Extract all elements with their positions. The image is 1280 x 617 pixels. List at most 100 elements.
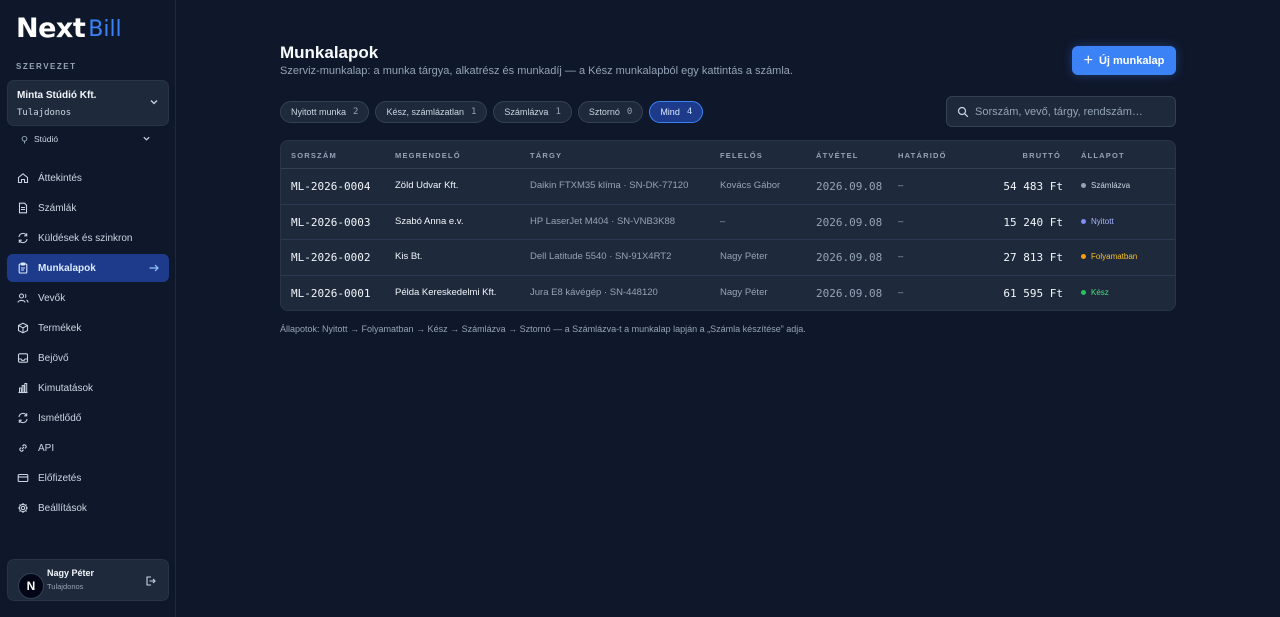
filter-count: 1 — [555, 107, 561, 117]
table-row[interactable]: ML-2026-0003 Szabó Anna e.v. HP LaserJet… — [281, 205, 1175, 240]
status-dot — [1081, 289, 1086, 295]
column-header-felelos[interactable]: FELELŐS — [720, 151, 763, 160]
sidebar-item-kimutatasok[interactable]: Kimutatások — [7, 374, 169, 402]
worksheet-subject: Jura E8 kávégép · SN-448120 — [530, 286, 658, 298]
sidebar-item-api[interactable]: API — [7, 434, 169, 462]
user-card[interactable]: N Nagy Péter Tulajdonos — [7, 559, 169, 601]
sidebar-item-label: Áttekintés — [38, 172, 82, 184]
profile-label: Stúdió — [34, 134, 59, 144]
sidebar-item-ismetlodo[interactable]: Ismétlődő — [7, 404, 169, 432]
column-header-targy[interactable]: TÁRGY — [530, 151, 562, 160]
responsible-person: Nagy Péter — [720, 251, 768, 262]
box-icon — [17, 322, 29, 334]
responsible-person: Nagy Péter — [720, 286, 768, 298]
sidebar-item-beallitasok[interactable]: Beállítások — [7, 494, 169, 522]
filter-label: Mind — [660, 107, 680, 117]
org-section-label: SZERVEZET — [16, 62, 77, 71]
nextbill-logo[interactable]: Next Bill — [16, 15, 122, 43]
status-badge: Számlázva — [1081, 181, 1130, 190]
org-switcher[interactable]: Minta Stúdió Kft. Tulajdonos — [7, 80, 169, 126]
status-flow-note: Állapotok: Nyitott → Folyamatban → Kész … — [280, 324, 806, 334]
sidebar-item-label: Kimutatások — [38, 382, 94, 394]
worksheet-subject: Dell Latitude 5540 · SN-91X4RT2 — [530, 251, 672, 262]
gross-amount: 61 595 Ft — [1003, 286, 1063, 300]
received-date: 2026.09.08 — [816, 215, 883, 229]
sidebar-item-label: API — [38, 442, 55, 454]
sidebar-item-szamlak[interactable]: Számlák — [7, 194, 169, 222]
sidebar-item-termekek[interactable]: Termékek — [7, 314, 169, 342]
logout-icon[interactable] — [144, 575, 156, 587]
status-label: Számlázva — [1091, 181, 1131, 190]
sidebar: Next Bill SZERVEZET Minta Stúdió Kft. Tu… — [0, 0, 176, 617]
sidebar-item-attekintes[interactable]: Áttekintés — [7, 164, 169, 192]
sidebar-item-label: Munkalapok — [38, 262, 96, 274]
new-worksheet-label: Új munkalap — [1098, 54, 1165, 67]
document-icon — [18, 202, 28, 214]
user-role: Tulajdonos — [47, 582, 84, 591]
sidebar-item-vevok[interactable]: Vevők — [7, 284, 169, 312]
table-row[interactable]: ML-2026-0004 Zöld Udvar Kft. Daikin FTXM… — [281, 169, 1175, 205]
link-icon — [19, 444, 27, 452]
column-header-allapot[interactable]: ÁLLAPOT — [1081, 151, 1125, 160]
worksheet-id: ML-2026-0002 — [291, 251, 371, 264]
status-badge: Nyitott — [1081, 217, 1114, 226]
gross-amount: 15 240 Ft — [1003, 215, 1063, 229]
table-header: SORSZÁM MEGRENDELŐ TÁRGY FELELŐS ÁTVÉTEL… — [281, 141, 1175, 169]
filter-chip-ready-uninvoiced[interactable]: Kész, számlázatlan 1 — [375, 101, 488, 123]
filter-chip-invoiced[interactable]: Számlázva 1 — [493, 101, 572, 123]
gear-icon — [18, 503, 28, 513]
status-dot — [1081, 183, 1086, 188]
search-input[interactable] — [975, 103, 1170, 121]
column-header-atvetel[interactable]: ÁTVÉTEL — [816, 151, 859, 160]
org-name: Minta Stúdió Kft. — [17, 90, 97, 101]
sidebar-item-label: Bejövő — [38, 352, 69, 364]
status-label: Nyitott — [1091, 216, 1114, 226]
due-date: – — [898, 180, 904, 191]
table-row[interactable]: ML-2026-0001 Példa Kereskedelmi Kft. Jur… — [281, 276, 1175, 311]
filter-chip-cancelled[interactable]: Sztornó 0 — [577, 101, 644, 123]
customer-name: Példa Kereskedelmi Kft. — [395, 286, 497, 298]
search-box — [946, 96, 1176, 127]
sidebar-item-kuldesek[interactable]: Küldések és szinkron — [7, 224, 169, 252]
sidebar-item-label: Termékek — [38, 322, 82, 334]
customer-name: Zöld Udvar Kft. — [395, 180, 459, 191]
avatar: N — [18, 573, 44, 599]
page-subtitle: Szerviz-munkalap: a munka tárgya, alkatr… — [280, 65, 793, 77]
gross-amount: 54 483 Ft — [1003, 180, 1063, 193]
sidebar-item-bejovo[interactable]: Bejövő — [7, 344, 169, 372]
due-date: – — [898, 286, 904, 298]
status-label: Kész — [1091, 287, 1109, 297]
column-header-brutto[interactable]: BRUTTÓ — [1023, 151, 1061, 160]
sidebar-item-munkalapok[interactable]: Munkalapok — [7, 254, 169, 282]
profile-selector[interactable]: Stúdió — [20, 132, 158, 146]
sidebar-item-elofizetes[interactable]: Előfizetés — [7, 464, 169, 492]
received-date: 2026.09.08 — [816, 286, 883, 300]
status-badge: Folyamatban — [1081, 252, 1137, 261]
table-row[interactable]: ML-2026-0002 Kis Bt. Dell Latitude 5540 … — [281, 240, 1175, 276]
chevron-down-icon — [150, 100, 158, 105]
page-title: Munkalapok — [280, 43, 379, 62]
column-header-sorszam[interactable]: SORSZÁM — [291, 151, 337, 160]
search-icon — [957, 106, 969, 118]
column-header-hatarido[interactable]: HATÁRIDŐ — [898, 151, 947, 160]
filter-label: Számlázva — [504, 107, 549, 117]
sidebar-nav: Áttekintés Számlák Küldések és szinkron … — [7, 164, 169, 524]
received-date: 2026.09.08 — [816, 251, 883, 264]
sidebar-item-label: Beállítások — [38, 502, 87, 514]
responsible-person: Kovács Gábor — [720, 180, 781, 191]
responsible-person: – — [720, 215, 726, 227]
filter-count: 1 — [471, 107, 477, 117]
sync-icon — [18, 232, 28, 244]
status-dot — [1081, 254, 1086, 259]
status-badge: Kész — [1081, 288, 1109, 297]
received-date: 2026.09.08 — [816, 180, 883, 193]
worksheet-subject: Daikin FTXM35 klíma · SN-DK-77120 — [530, 180, 689, 191]
new-worksheet-button[interactable]: + Új munkalap — [1072, 46, 1176, 75]
filter-chip-open[interactable]: Nyitott munka 2 — [280, 101, 370, 123]
worksheet-subject: HP LaserJet M404 · SN-VNB3K88 — [530, 215, 676, 227]
filter-chip-all[interactable]: Mind 4 — [649, 101, 704, 123]
sidebar-item-label: Küldések és szinkron — [38, 232, 133, 244]
column-header-megrendelo[interactable]: MEGRENDELŐ — [395, 151, 461, 160]
gross-amount: 27 813 Ft — [1003, 251, 1063, 264]
filter-label: Sztornó — [588, 107, 620, 117]
